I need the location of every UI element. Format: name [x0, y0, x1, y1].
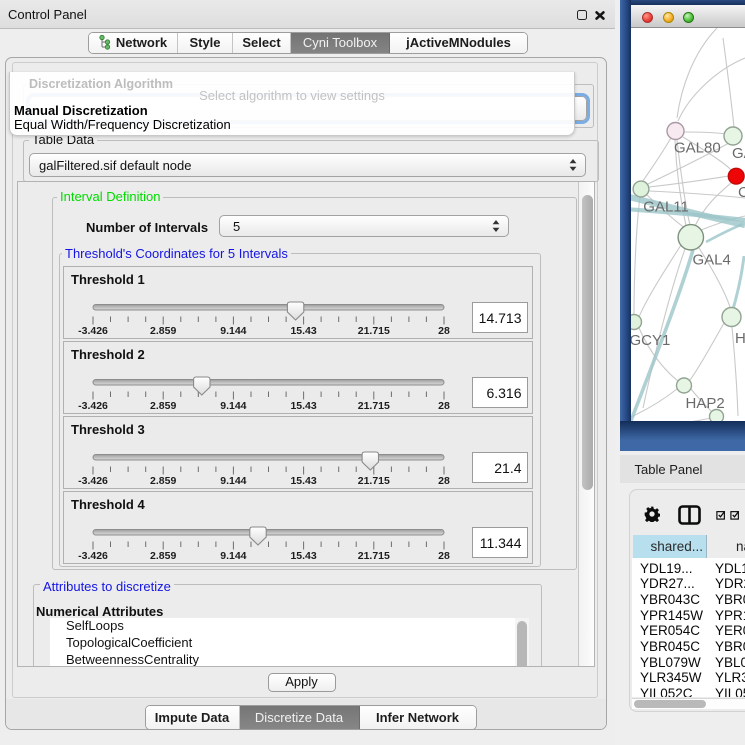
- svg-text:-3.426: -3.426: [78, 400, 108, 412]
- svg-text:15.43: 15.43: [290, 325, 316, 337]
- svg-text:9.144: 9.144: [220, 325, 246, 337]
- svg-text:15.43: 15.43: [290, 475, 316, 487]
- svg-text:CDC2: CDC2: [738, 184, 745, 201]
- svg-text:15.43: 15.43: [290, 400, 316, 412]
- svg-text:28: 28: [438, 325, 450, 337]
- svg-text:21.715: 21.715: [358, 400, 390, 412]
- svg-text:2.859: 2.859: [150, 550, 176, 562]
- svg-text:GAL4: GAL4: [693, 251, 731, 268]
- svg-text:-3.426: -3.426: [78, 550, 108, 562]
- svg-text:28: 28: [438, 550, 450, 562]
- svg-text:HAP2: HAP2: [686, 395, 725, 412]
- svg-text:28: 28: [438, 475, 450, 487]
- svg-text:GAL1: GAL1: [732, 145, 745, 162]
- svg-text:28: 28: [438, 400, 450, 412]
- svg-text:HIS4: HIS4: [735, 330, 745, 347]
- svg-text:21.715: 21.715: [358, 325, 390, 337]
- svg-text:-3.426: -3.426: [78, 475, 108, 487]
- svg-text:2.859: 2.859: [150, 400, 176, 412]
- svg-text:2.859: 2.859: [150, 475, 176, 487]
- svg-text:9.144: 9.144: [220, 475, 246, 487]
- svg-text:9.144: 9.144: [220, 400, 246, 412]
- svg-text:21.715: 21.715: [358, 550, 390, 562]
- svg-text:9.144: 9.144: [220, 550, 246, 562]
- svg-text:-3.426: -3.426: [78, 325, 108, 337]
- svg-text:GAL11: GAL11: [643, 199, 689, 216]
- svg-text:21.715: 21.715: [358, 475, 390, 487]
- svg-text:GCY1: GCY1: [631, 332, 670, 349]
- svg-text:15.43: 15.43: [290, 550, 316, 562]
- svg-text:GAL80: GAL80: [674, 140, 721, 157]
- svg-text:2.859: 2.859: [150, 325, 176, 337]
